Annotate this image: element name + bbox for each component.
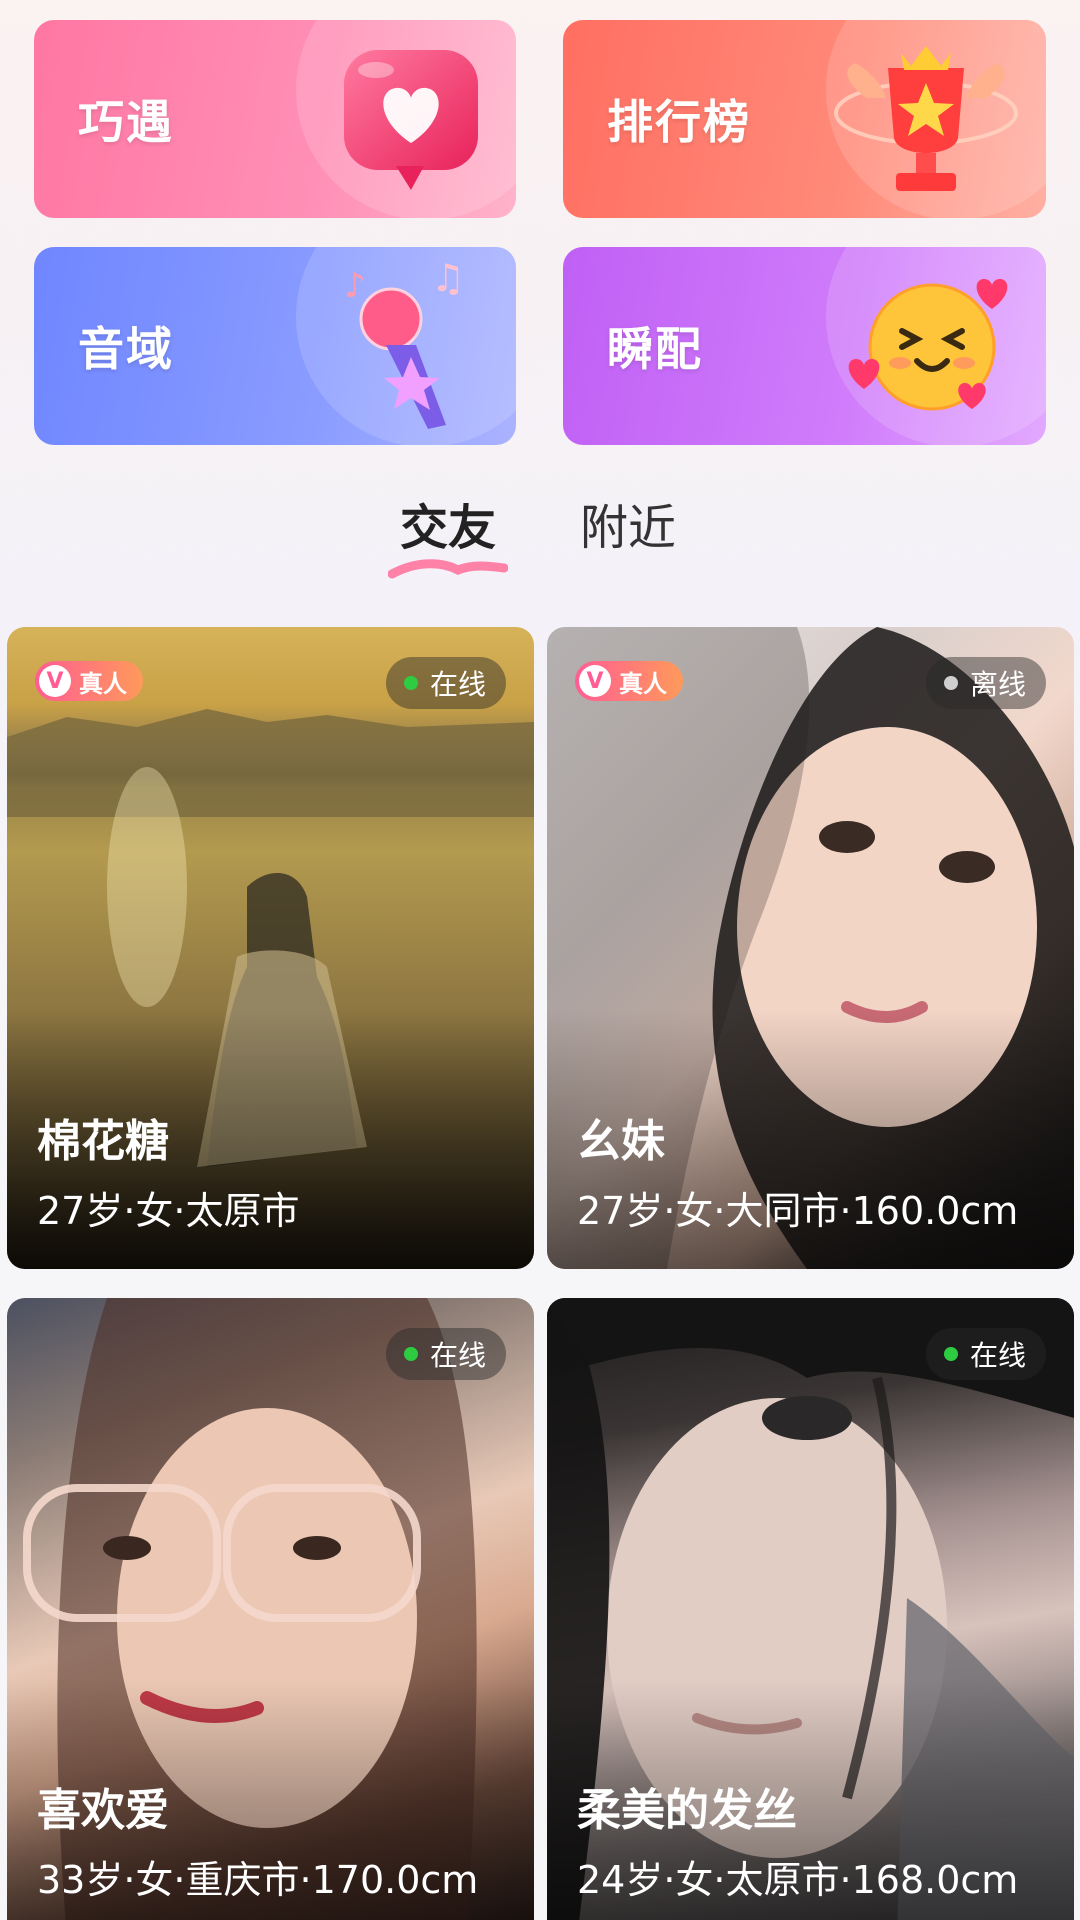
- svg-text:♪: ♪: [344, 266, 366, 306]
- feature-tile-qiaoyu[interactable]: 巧遇: [34, 20, 516, 218]
- status-badge: 在线: [385, 657, 506, 709]
- trophy-icon: [834, 46, 1018, 191]
- user-name: 喜欢爱: [37, 1785, 169, 1836]
- user-info: 33岁·女·重庆市·170.0cm: [37, 1858, 479, 1902]
- microphone-icon: ♪ ♫: [344, 257, 465, 429]
- offline-dot-icon: [943, 676, 958, 690]
- feature-label-ranking: 排行榜: [607, 95, 751, 149]
- verified-badge: V 真人: [575, 661, 683, 701]
- user-name: 幺妹: [577, 1116, 665, 1167]
- user-name: 柔美的发丝: [577, 1785, 797, 1836]
- verified-badge: V 真人: [35, 661, 143, 701]
- feature-tile-yinyu[interactable]: 音域 ♪ ♫: [34, 247, 516, 445]
- heart-bubble-icon: [344, 50, 478, 190]
- tab-active-indicator: [388, 559, 508, 579]
- verified-badge-label: 真人: [619, 669, 667, 698]
- user-info: 27岁·女·大同市·160.0cm: [577, 1189, 1019, 1233]
- status-label: 在线: [429, 668, 486, 701]
- user-card[interactable]: 在线 柔美的发丝 24岁·女·太原市·168.0cm: [547, 1298, 1074, 1920]
- tab-bar: 交友 附近: [0, 488, 1080, 598]
- svg-text:♫: ♫: [431, 257, 465, 300]
- user-name: 棉花糖: [37, 1116, 169, 1167]
- status-label: 在线: [429, 1339, 486, 1372]
- feature-label-yinyu: 音域: [78, 322, 174, 376]
- online-dot-icon: [403, 676, 418, 690]
- feature-label-shunpei: 瞬配: [607, 322, 703, 376]
- tab-jiaoyou[interactable]: 交友: [400, 488, 496, 558]
- smiley-hearts-icon: [848, 279, 1008, 411]
- user-card[interactable]: V 真人 离线 幺妹 27岁·女·大同市·160.0cm: [547, 627, 1074, 1269]
- user-card[interactable]: 在线 喜欢爱 33岁·女·重庆市·170.0cm: [7, 1298, 534, 1920]
- status-badge: 在线: [385, 1328, 506, 1380]
- verified-badge-label: 真人: [79, 669, 127, 698]
- tab-fujin[interactable]: 附近: [580, 488, 676, 558]
- online-dot-icon: [403, 1347, 418, 1361]
- status-label: 离线: [969, 668, 1026, 701]
- verified-v-icon: V: [579, 665, 611, 697]
- user-info: 27岁·女·太原市: [37, 1189, 300, 1233]
- status-label: 在线: [969, 1339, 1026, 1372]
- online-dot-icon: [943, 1347, 958, 1361]
- status-badge: 离线: [925, 657, 1046, 709]
- feature-tile-ranking[interactable]: 排行榜: [563, 20, 1046, 218]
- feature-tile-shunpei[interactable]: 瞬配: [563, 247, 1046, 445]
- feature-label-qiaoyu: 巧遇: [78, 95, 174, 149]
- user-info: 24岁·女·太原市·168.0cm: [577, 1858, 1019, 1902]
- user-card[interactable]: V 真人 在线 棉花糖 27岁·女·太原市: [7, 627, 534, 1269]
- verified-v-icon: V: [39, 665, 71, 697]
- status-badge: 在线: [925, 1328, 1046, 1380]
